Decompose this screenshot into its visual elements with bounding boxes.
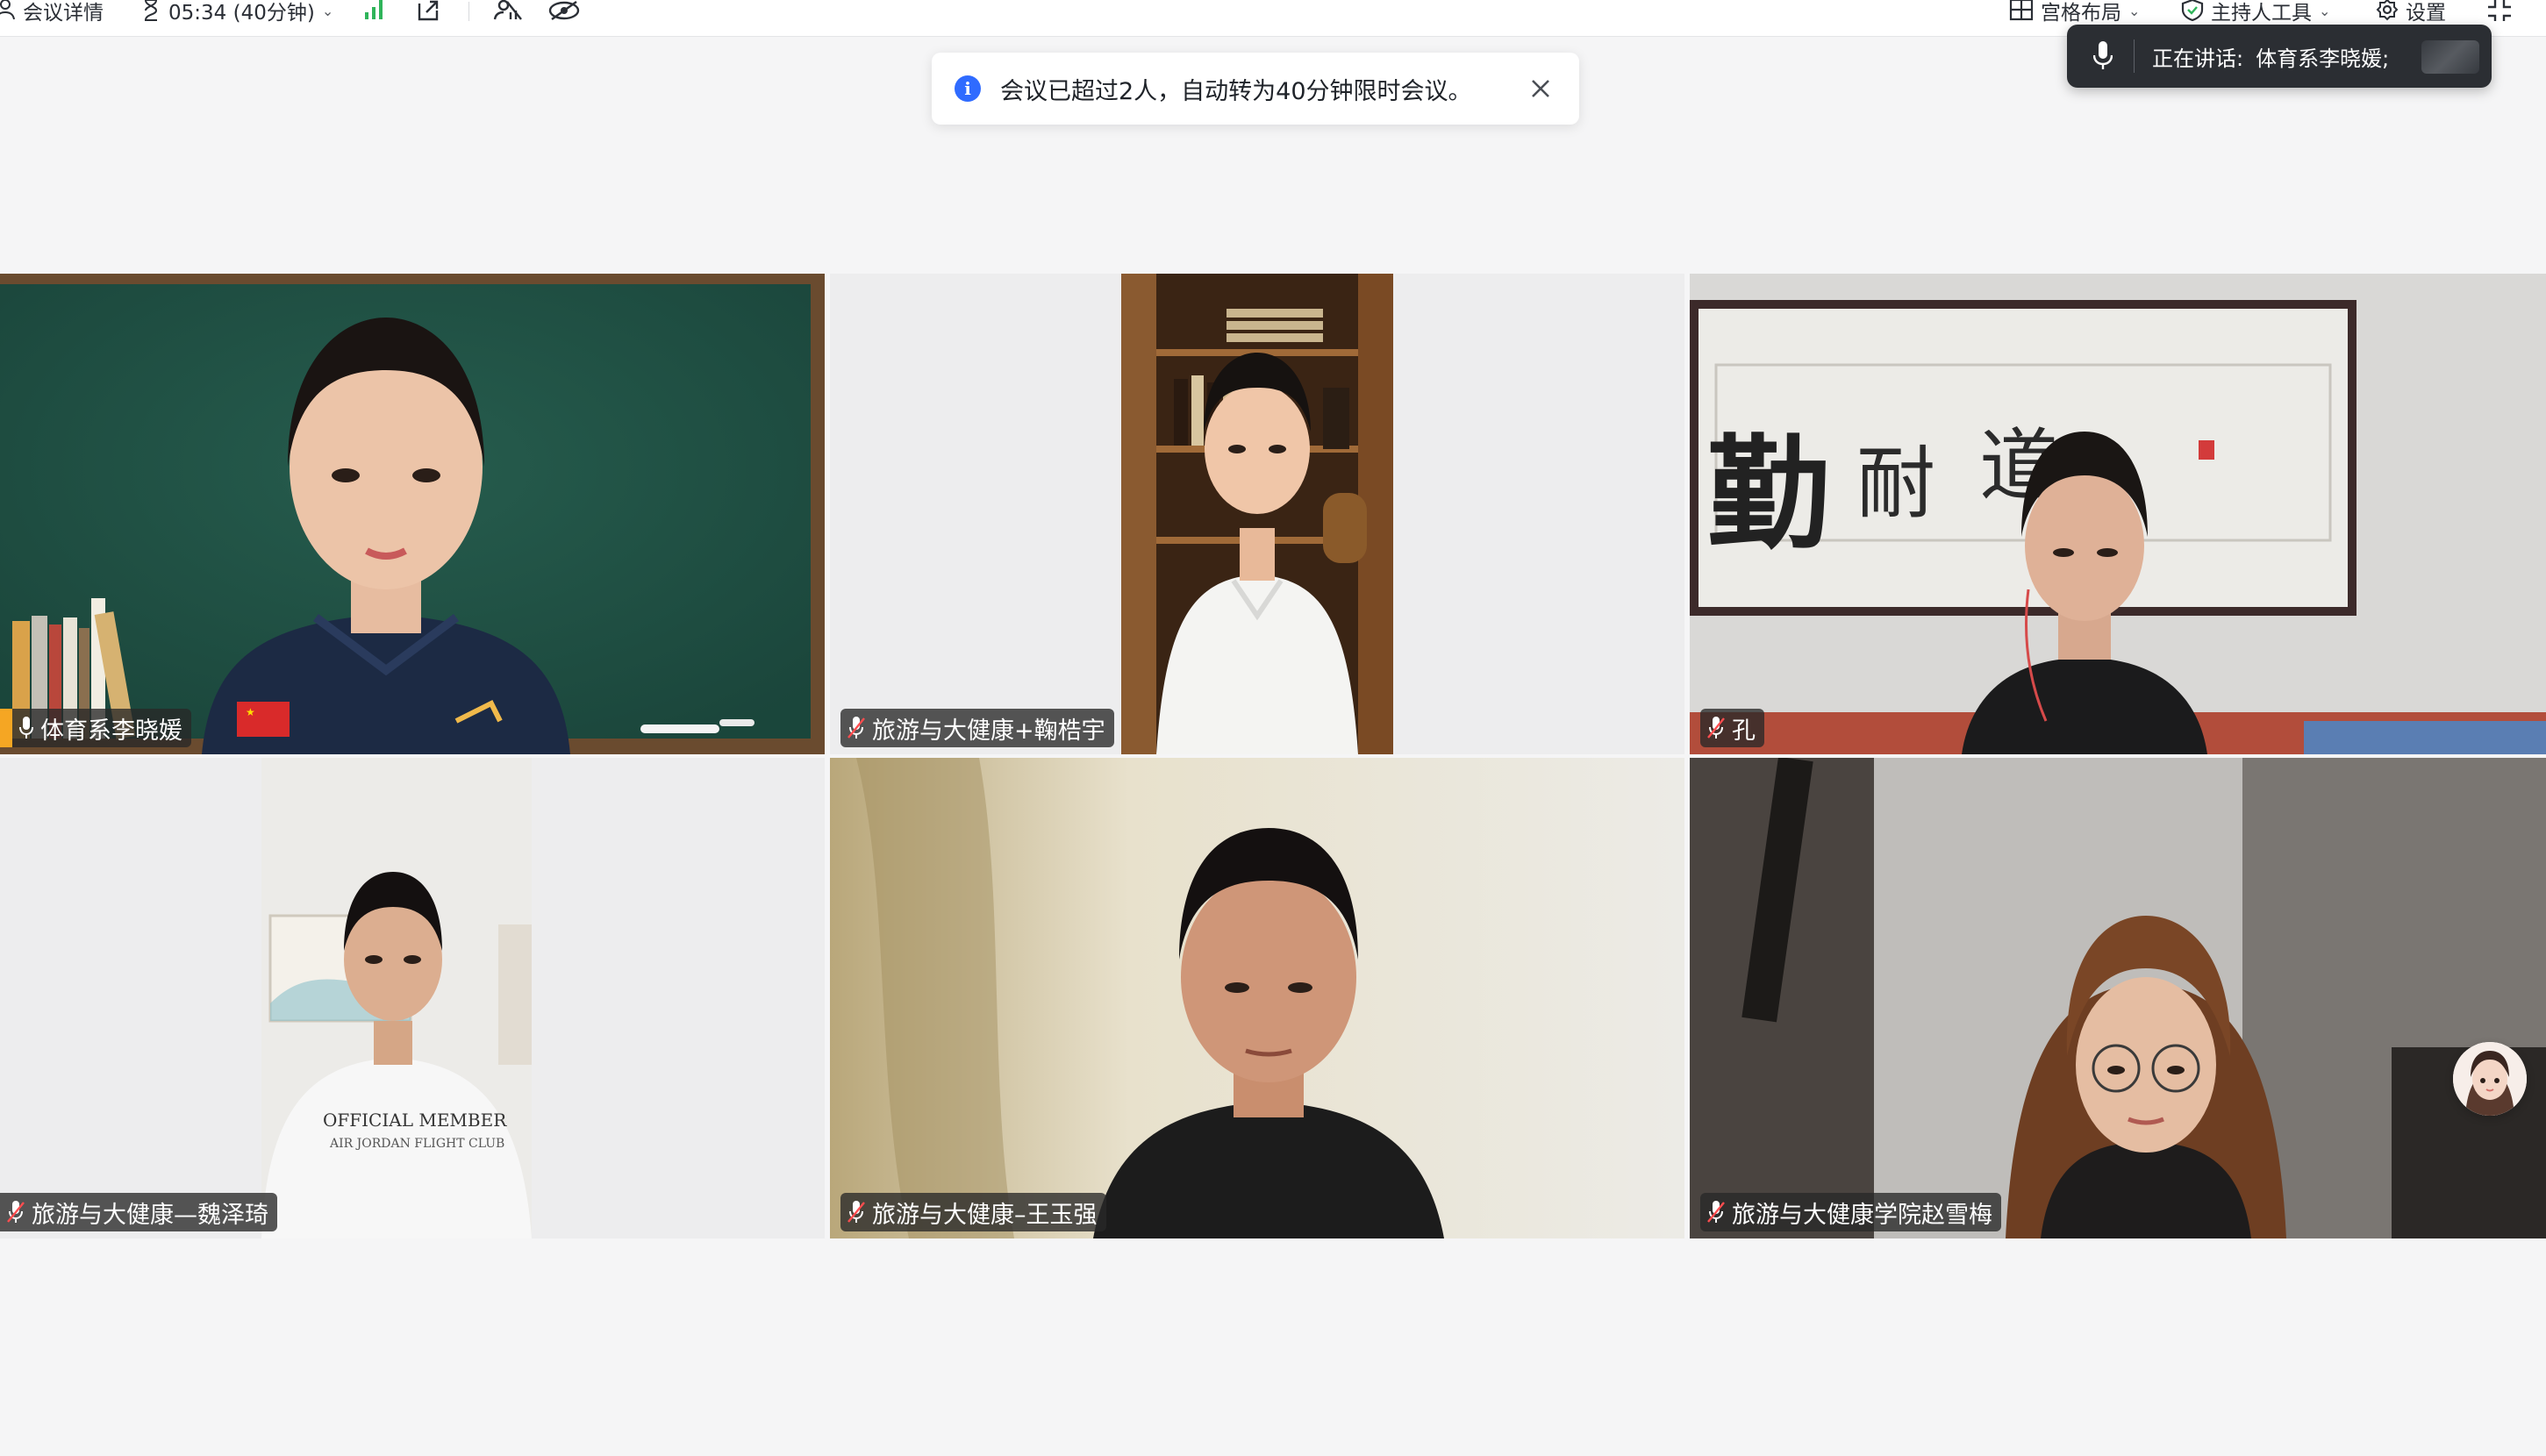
collapse-button[interactable] xyxy=(2486,0,2513,21)
info-icon: i xyxy=(955,75,981,102)
signal-icon xyxy=(365,0,383,19)
video-tile[interactable]: OFFICIAL MEMBER AIR JORDAN FLIGHT CLUB 旅… xyxy=(0,758,825,1238)
participant-name-tag: 旅游与大健康–王玉强 xyxy=(840,1193,1106,1231)
host-tools-button[interactable]: 主持人工具 ⌄ xyxy=(2181,0,2331,25)
participant-name: 体育系李晓媛 xyxy=(40,717,182,745)
mic-off-icon xyxy=(1707,717,1725,739)
close-icon xyxy=(1532,80,1549,97)
share-icon xyxy=(418,0,439,21)
meeting-details-button[interactable]: 会议详情 xyxy=(0,0,104,25)
participant-name: 旅游与大健康+鞠梏宇 xyxy=(872,717,1105,745)
participant-name-tag: 旅游与大健康学院赵雪梅 xyxy=(1700,1193,2001,1231)
mute-all-button[interactable] xyxy=(491,0,523,21)
shield-icon xyxy=(2181,0,2204,21)
speaking-divider xyxy=(2134,39,2135,73)
layout-label: 宫格布局 xyxy=(2041,2,2121,25)
grid-layout-button[interactable]: 宫格布局 ⌄ xyxy=(2009,0,2141,25)
speaking-label: 正在讲话: xyxy=(2152,46,2244,71)
speaking-indicator: 正在讲话: 体育系李晓媛; xyxy=(2067,25,2492,88)
video-tile[interactable]: 旅游与大健康+鞠梏宇 xyxy=(830,274,1684,754)
participant-name: 旅游与大健康—魏泽琦 xyxy=(32,1201,268,1229)
mic-off-icon xyxy=(1707,1201,1725,1223)
chevron-down-icon: ⌄ xyxy=(321,2,334,19)
timer-label: 05:34 (40分钟) xyxy=(168,2,315,25)
hide-video-icon xyxy=(548,1,580,20)
svg-text:★: ★ xyxy=(246,706,255,718)
host-tools-label: 主持人工具 xyxy=(2211,2,2312,25)
speaker-thumbnail xyxy=(2421,40,2479,74)
mic-off-icon xyxy=(847,717,865,739)
video-feed: ★ xyxy=(0,274,825,754)
notice-close-button[interactable] xyxy=(1525,73,1556,104)
svg-text:耐: 耐 xyxy=(1856,438,1935,530)
meeting-details-label: 会议详情 xyxy=(23,2,104,25)
video-feed: 勤 耐 道 xyxy=(1690,274,2546,754)
participant-name-tag: 旅游与大健康+鞠梏宇 xyxy=(840,709,1114,747)
gear-icon xyxy=(2376,0,2399,21)
hourglass-icon xyxy=(145,0,158,21)
participant-name: 孔 xyxy=(1732,717,1756,745)
assistant-avatar-icon xyxy=(2453,1042,2527,1116)
microphone-icon xyxy=(19,717,33,739)
video-feed: OFFICIAL MEMBER AIR JORDAN FLIGHT CLUB xyxy=(261,758,532,1238)
svg-text:OFFICIAL MEMBER: OFFICIAL MEMBER xyxy=(323,1110,507,1131)
participant-name-tag: 体育系李晓媛 xyxy=(0,709,191,747)
share-button[interactable] xyxy=(416,0,440,21)
chevron-down-icon: ⌄ xyxy=(2319,2,2331,19)
microphone-icon xyxy=(2093,41,2113,69)
settings-label: 设置 xyxy=(2406,2,2446,25)
host-badge xyxy=(0,709,12,747)
meeting-timer[interactable]: 05:34 (40分钟) ⌄ xyxy=(140,0,334,25)
svg-text:AIR JORDAN FLIGHT CLUB: AIR JORDAN FLIGHT CLUB xyxy=(329,1137,504,1151)
chevron-down-icon: ⌄ xyxy=(2128,2,2141,19)
grid-layout-icon xyxy=(2009,0,2034,21)
assistant-avatar[interactable] xyxy=(2453,1042,2527,1116)
video-feed xyxy=(1690,758,2546,1238)
toolbar-divider xyxy=(468,2,469,21)
settings-button[interactable]: 设置 xyxy=(2376,0,2446,25)
video-tile[interactable]: 旅游与大健康学院赵雪梅 xyxy=(1690,758,2546,1238)
notice-text: 会议已超过2人，自动转为40分钟限时会议。 xyxy=(1000,77,1472,105)
video-tile[interactable]: ★ 体育系李晓媛 xyxy=(0,274,825,754)
video-feed xyxy=(830,758,1684,1238)
mic-off-icon xyxy=(7,1201,25,1223)
speaking-name: 体育系李晓媛; xyxy=(2256,46,2390,71)
svg-text:勤: 勤 xyxy=(1707,423,1830,567)
participant-name-tag: 孔 xyxy=(1700,709,1764,747)
mute-all-icon xyxy=(493,0,522,20)
video-tile[interactable]: 旅游与大健康–王玉强 xyxy=(830,758,1684,1238)
hide-video-button[interactable] xyxy=(547,0,581,21)
participant-name: 旅游与大健康–王玉强 xyxy=(872,1201,1098,1229)
collapse-icon xyxy=(2488,0,2511,21)
network-signal-button[interactable] xyxy=(363,0,386,21)
mic-off-icon xyxy=(847,1201,865,1223)
participant-name: 旅游与大健康学院赵雪梅 xyxy=(1732,1201,1992,1229)
participant-name-tag: 旅游与大健康—魏泽琦 xyxy=(0,1193,277,1231)
time-limit-notice: i 会议已超过2人，自动转为40分钟限时会议。 xyxy=(932,53,1579,125)
video-tile[interactable]: 勤 耐 道 孔 xyxy=(1690,274,2546,754)
video-feed xyxy=(1121,274,1393,754)
user-icon xyxy=(0,0,15,20)
